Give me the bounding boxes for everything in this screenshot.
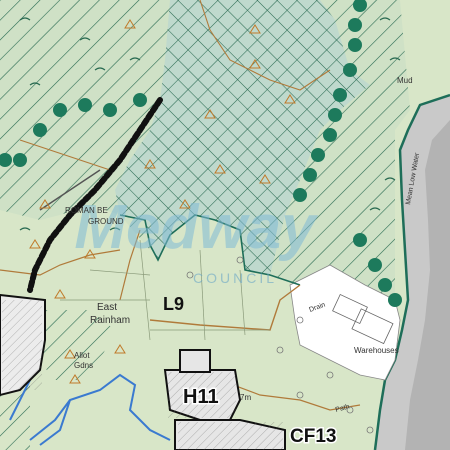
map-canvas[interactable]: Medway COUNCIL ROMAN BE GROUND East Rain… xyxy=(0,0,450,450)
policy-h11: H11 xyxy=(183,386,219,408)
label-east: East xyxy=(97,302,117,313)
watermark-name: Medway xyxy=(74,193,319,262)
label-rainham: Rainham xyxy=(90,315,130,326)
policy-l9: L9 xyxy=(163,294,184,314)
label-gdns: Gdns xyxy=(74,361,93,370)
builtup-small xyxy=(179,349,211,373)
builtup-cf13-hatch xyxy=(178,422,283,450)
label-recreation-ground-1: ROMAN BE xyxy=(65,206,108,215)
label-mud: Mud xyxy=(397,76,413,85)
builtup-left-hatch xyxy=(2,300,42,390)
label-recreation-ground-2: GROUND xyxy=(88,217,124,226)
policy-cf13: CF13 xyxy=(290,426,336,447)
label-warehouses: Warehouses xyxy=(354,346,399,355)
label-allot: Allot xyxy=(74,351,90,360)
label-spot-height: 7m xyxy=(240,393,251,402)
watermark-sub: COUNCIL xyxy=(193,270,277,286)
